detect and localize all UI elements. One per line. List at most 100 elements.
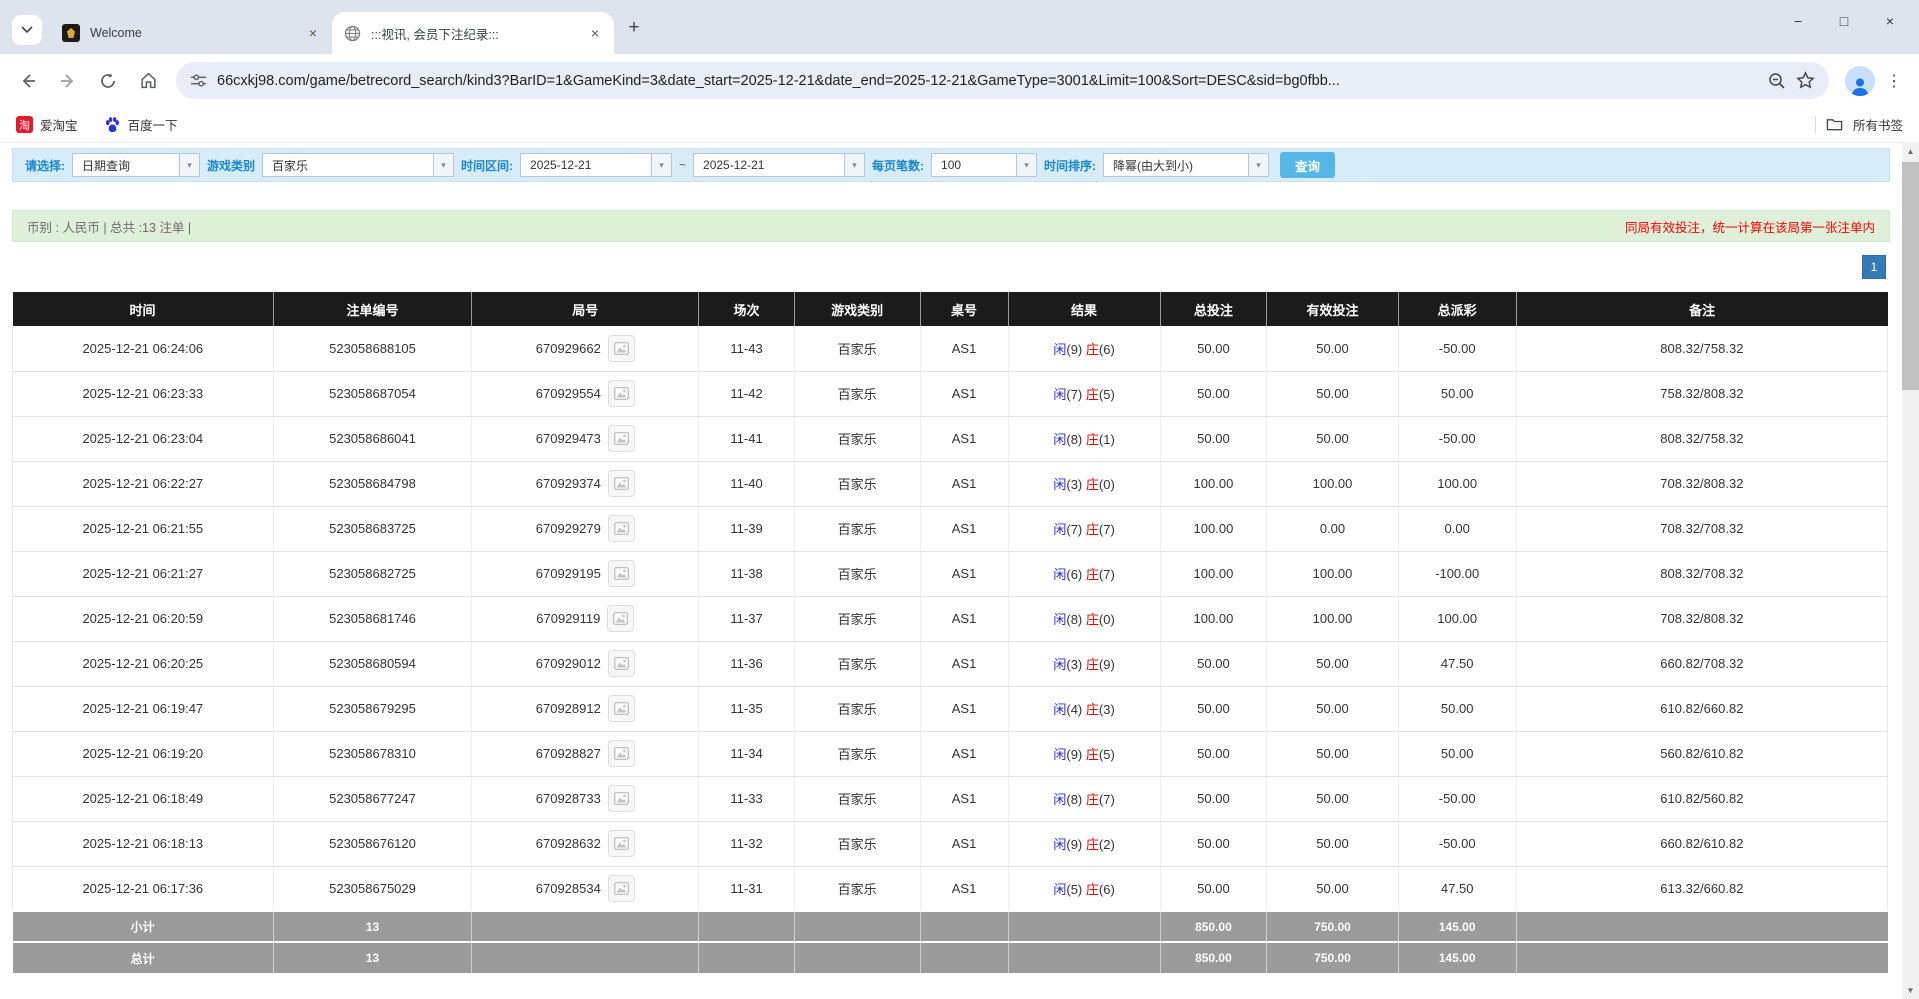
player-result: 闲(4): [1053, 702, 1082, 717]
scroll-up-icon[interactable]: ▲: [1902, 143, 1919, 160]
tune-icon[interactable]: [190, 72, 207, 89]
bookmark-baidu[interactable]: 百度一下: [104, 115, 178, 134]
url-text[interactable]: 66cxkj98.com/game/betrecord_search/kind3…: [217, 73, 1758, 89]
table-row: 2025-12-21 06:23:04 523058686041 6709294…: [13, 416, 1888, 461]
cell-session: 11-31: [699, 866, 795, 911]
browser-window: Welcome × :::视讯, 会员下注纪录::: × + − □ ×: [0, 0, 1919, 999]
new-tab-button[interactable]: +: [620, 14, 648, 42]
forward-button[interactable]: [50, 63, 86, 99]
per-page-select[interactable]: 100 ▾: [931, 153, 1037, 177]
cell-total-bet[interactable]: 50.00: [1160, 641, 1267, 686]
table-row: 2025-12-21 06:19:20 523058678310 6709288…: [13, 731, 1888, 776]
video-replay-button[interactable]: [608, 740, 635, 767]
chevron-down-icon[interactable]: ▾: [844, 154, 864, 176]
cell-total-bet[interactable]: 50.00: [1160, 416, 1267, 461]
all-bookmarks[interactable]: 所有书签: [1815, 115, 1903, 134]
cell-valid-bet: 100.00: [1267, 596, 1398, 641]
close-tab-icon[interactable]: ×: [304, 24, 322, 42]
banker-result: 庄(6): [1086, 882, 1115, 897]
cell-bet-id: 523058681746: [273, 596, 472, 641]
close-window-button[interactable]: ×: [1867, 6, 1913, 36]
chevron-down-icon[interactable]: ▾: [1248, 154, 1268, 176]
sort-select[interactable]: 降幂(由大到小) ▾: [1103, 153, 1269, 177]
bookmark-taobao[interactable]: 淘 爱淘宝: [16, 115, 78, 134]
video-replay-button[interactable]: [608, 335, 635, 362]
cell-total-bet[interactable]: 50.00: [1160, 326, 1267, 371]
search-button[interactable]: 查询: [1280, 152, 1335, 178]
home-button[interactable]: [130, 63, 166, 99]
cell-total-bet[interactable]: 50.00: [1160, 686, 1267, 731]
cell-payout: 47.50: [1398, 641, 1516, 686]
cell-bet-id: 523058679295: [273, 686, 472, 731]
tab-search-button[interactable]: [12, 15, 42, 45]
date-start-select[interactable]: 2025-12-21 ▾: [520, 153, 672, 177]
scroll-down-icon[interactable]: ▼: [1902, 982, 1919, 999]
cell-total-bet[interactable]: 100.00: [1160, 551, 1267, 596]
cell-payout: -50.00: [1398, 326, 1516, 371]
video-replay-icon: [614, 882, 629, 895]
cell-total-bet[interactable]: 50.00: [1160, 866, 1267, 911]
page-button-1[interactable]: 1: [1862, 255, 1886, 279]
cell-total-bet[interactable]: 50.00: [1160, 731, 1267, 776]
chevron-down-icon[interactable]: ▾: [179, 154, 199, 176]
video-replay-button[interactable]: [608, 560, 635, 587]
player-result: 闲(6): [1053, 567, 1082, 582]
cell-total-bet[interactable]: 50.00: [1160, 371, 1267, 416]
video-replay-button[interactable]: [608, 425, 635, 452]
video-replay-button[interactable]: [608, 875, 635, 902]
browser-toolbar: 66cxkj98.com/game/betrecord_search/kind3…: [0, 54, 1919, 107]
cell-total-bet[interactable]: 100.00: [1160, 461, 1267, 506]
cell-valid-bet: 100.00: [1267, 551, 1398, 596]
table-row: 2025-12-21 06:23:33 523058687054 6709295…: [13, 371, 1888, 416]
cell-total-bet[interactable]: 100.00: [1160, 596, 1267, 641]
cell-session: 11-42: [699, 371, 795, 416]
video-replay-button[interactable]: [608, 380, 635, 407]
video-replay-button[interactable]: [608, 470, 635, 497]
reload-icon: [99, 72, 117, 90]
table-row: 2025-12-21 06:21:55 523058683725 6709292…: [13, 506, 1888, 551]
cell-time: 2025-12-21 06:23:33: [13, 371, 274, 416]
vertical-scrollbar[interactable]: ▲ ▼: [1902, 143, 1919, 999]
video-replay-button[interactable]: [607, 605, 634, 632]
chevron-down-icon[interactable]: ▾: [1016, 154, 1036, 176]
date-end-select[interactable]: 2025-12-21 ▾: [693, 153, 865, 177]
game-kind-select[interactable]: 百家乐 ▾: [262, 153, 454, 177]
video-replay-button[interactable]: [608, 830, 635, 857]
video-replay-button[interactable]: [608, 785, 635, 812]
video-replay-button[interactable]: [608, 695, 635, 722]
cell-session: 11-43: [699, 326, 795, 371]
bookmark-star-icon[interactable]: [1796, 71, 1815, 90]
cell-note: 660.82/708.32: [1516, 641, 1887, 686]
cell-note: 660.82/610.82: [1516, 821, 1887, 866]
cell-table: AS1: [920, 596, 1008, 641]
menu-kebab-icon[interactable]: ⋮: [1879, 66, 1909, 96]
video-replay-icon: [614, 747, 629, 760]
cell-total-bet[interactable]: 50.00: [1160, 821, 1267, 866]
profile-avatar[interactable]: [1845, 66, 1875, 96]
query-type-select[interactable]: 日期查询 ▾: [72, 153, 200, 177]
cell-total-bet[interactable]: 100.00: [1160, 506, 1267, 551]
table-row: 2025-12-21 06:20:25 523058680594 6709290…: [13, 641, 1888, 686]
back-button[interactable]: [10, 63, 46, 99]
cell-total-bet[interactable]: 50.00: [1160, 776, 1267, 821]
reload-button[interactable]: [90, 63, 126, 99]
divider: [1815, 116, 1816, 134]
close-tab-icon[interactable]: ×: [586, 24, 604, 42]
video-replay-button[interactable]: [608, 650, 635, 677]
address-bar[interactable]: 66cxkj98.com/game/betrecord_search/kind3…: [176, 62, 1829, 99]
tab-welcome[interactable]: Welcome ×: [50, 12, 332, 54]
zoom-indicator-icon[interactable]: [1768, 72, 1786, 90]
chevron-down-icon[interactable]: ▾: [433, 154, 453, 176]
cell-result: 闲(8) 庄(7): [1008, 776, 1160, 821]
cell-table: AS1: [920, 641, 1008, 686]
chevron-down-icon[interactable]: ▾: [651, 154, 671, 176]
cell-time: 2025-12-21 06:21:27: [13, 551, 274, 596]
cell-time: 2025-12-21 06:18:13: [13, 821, 274, 866]
maximize-button[interactable]: □: [1821, 6, 1867, 36]
tab-betrecord[interactable]: :::视讯, 会员下注纪录::: ×: [332, 12, 614, 54]
scrollbar-thumb[interactable]: [1902, 162, 1919, 390]
video-replay-button[interactable]: [608, 515, 635, 542]
cell-valid-bet: 0.00: [1267, 506, 1398, 551]
cell-session: 11-39: [699, 506, 795, 551]
minimize-button[interactable]: −: [1775, 6, 1821, 36]
